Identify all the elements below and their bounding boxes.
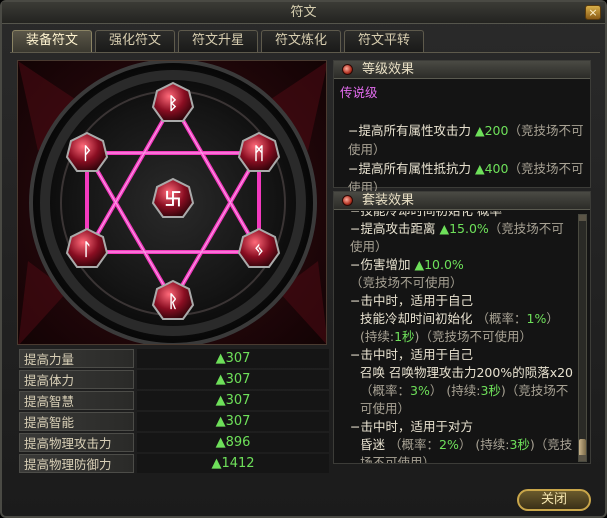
duration-label: (持续: bbox=[475, 437, 510, 452]
stat-value: ▲307 bbox=[137, 370, 329, 389]
tab-equip-rune[interactable]: 装备符文 bbox=[12, 30, 92, 52]
trigger-body: 召唤 召唤物理攻击力200%的陨落x20 bbox=[360, 365, 574, 380]
rune-circle-panel: ᛒ ᚹ ᛗ 卐 ᛚ ᛃ ᚱ bbox=[17, 60, 327, 345]
rune-glyph-lower-right: ᛃ bbox=[254, 240, 264, 260]
stat-label: 提高物理攻击力 bbox=[19, 433, 134, 452]
level-effect-body: 传说级 −提高所有属性攻击力 ▲200（竞技场不可使用） −提高所有属性抵抗力 … bbox=[334, 79, 590, 197]
rune-glyph-upper-right: ᛗ bbox=[254, 144, 264, 164]
trigger-detail: 昏迷 （概率：2%） (持续:3秒)（竞技场不可使用） bbox=[342, 436, 574, 463]
rate-value: 2% bbox=[439, 437, 459, 452]
rate-close: ） bbox=[546, 311, 559, 326]
stat-value: ▲307 bbox=[137, 349, 329, 368]
stat-label: 提高体力 bbox=[19, 370, 134, 389]
tab-rune-star-up[interactable]: 符文升星 bbox=[178, 30, 258, 52]
effect-note: （竞技场不可使用） bbox=[350, 275, 463, 290]
rate-label: （概率： bbox=[476, 311, 527, 326]
stat-value: ▲307 bbox=[137, 391, 329, 410]
stat-value: ▲307 bbox=[137, 412, 329, 431]
effect-line: −提高所有属性攻击力 ▲200（竞技场不可使用） bbox=[340, 121, 586, 159]
bullet-icon bbox=[342, 64, 353, 75]
stat-value: ▲896 bbox=[137, 433, 329, 452]
trigger-head: −击中时，适用于对方 bbox=[350, 419, 473, 434]
stat-label: 提高物理防御力 bbox=[19, 454, 134, 473]
stat-row: 提高智能 ▲307 bbox=[19, 411, 329, 432]
scroll-up-icon[interactable] bbox=[579, 215, 586, 221]
set-effect-body[interactable]: −技能冷却时间初始化 概率 −提高攻击距离 ▲15.0%（竞技场不可使用） −伤… bbox=[338, 211, 576, 463]
rate-label: （概率： bbox=[389, 437, 440, 452]
stat-label: 提高力量 bbox=[19, 349, 134, 368]
rate-close: ） bbox=[458, 437, 472, 452]
rune-glyph-upper-left: ᚹ bbox=[82, 144, 92, 164]
effect-text: −提高所有属性抵抗力 bbox=[348, 161, 475, 176]
close-icon[interactable]: × bbox=[585, 5, 601, 20]
effect-line: −提高攻击距离 ▲15.0%（竞技场不可使用） bbox=[342, 220, 574, 256]
trigger-body: 昏迷 bbox=[360, 437, 386, 452]
tab-rune-transfer[interactable]: 符文平转 bbox=[344, 30, 424, 52]
tab-divider bbox=[10, 52, 600, 53]
trigger-head: −击中时，适用于自己 bbox=[350, 347, 473, 362]
stat-list: 提高力量 ▲307 提高体力 ▲307 提高智慧 ▲307 提高智能 ▲307 … bbox=[19, 348, 329, 474]
duration-value: 3秒 bbox=[509, 437, 530, 452]
rune-glyph-lower-left: ᛚ bbox=[82, 240, 92, 260]
effect-text: −提高所有属性攻击力 bbox=[348, 123, 475, 138]
rate-value: 3% bbox=[410, 383, 430, 398]
duration-value: 1秒 bbox=[394, 329, 415, 344]
rate-value: 1% bbox=[526, 311, 547, 326]
grade-label: 传说级 bbox=[340, 85, 378, 100]
set-effect-panel: 套装效果 −技能冷却时间初始化 概率 −提高攻击距离 ▲15.0%（竞技场不可使… bbox=[333, 191, 591, 464]
rune-circle-graphic: ᛒ ᚹ ᛗ 卐 ᛚ ᛃ ᚱ bbox=[18, 61, 326, 344]
level-effect-header: 等级效果 bbox=[334, 61, 590, 79]
bullet-icon bbox=[342, 195, 353, 206]
trigger-detail: 技能冷却时间初始化 （概率：1%） (持续:1秒)（竞技场不可使用） bbox=[342, 310, 574, 346]
tab-enhance-rune[interactable]: 强化符文 bbox=[95, 30, 175, 52]
title-bar: 符文 × bbox=[2, 2, 605, 24]
rune-glyph-bottom: ᚱ bbox=[168, 292, 178, 312]
duration-label: (持续: bbox=[360, 329, 395, 344]
set-effect-header: 套装效果 bbox=[334, 192, 590, 210]
effect-value: ▲10.0% bbox=[414, 257, 464, 272]
scroll-down-icon[interactable] bbox=[579, 455, 586, 461]
close-button[interactable]: 关闭 bbox=[517, 489, 591, 511]
stat-row: 提高力量 ▲307 bbox=[19, 348, 329, 369]
stat-row: 提高体力 ▲307 bbox=[19, 369, 329, 390]
rune-glyph-top: ᛒ bbox=[168, 94, 178, 114]
stat-row: 提高物理攻击力 ▲896 bbox=[19, 432, 329, 453]
stat-label: 提高智能 bbox=[19, 412, 134, 431]
set-effect-scrollbar[interactable] bbox=[578, 214, 587, 462]
rune-window: 符文 × 装备符文 强化符文 符文升星 符文炼化 符文平转 ᛒ ᚹ ᛗ 卐 ᛚ … bbox=[0, 0, 607, 518]
effect-line: −伤害增加 ▲10.0% （竞技场不可使用） bbox=[342, 256, 574, 292]
window-title: 符文 bbox=[290, 5, 317, 20]
rune-glyph-center: 卐 bbox=[165, 190, 182, 210]
level-effect-title: 等级效果 bbox=[362, 62, 415, 77]
effect-value: ▲200 bbox=[474, 123, 509, 138]
rate-label: （概率： bbox=[360, 383, 411, 398]
effect-value: ▲15.0% bbox=[439, 221, 489, 236]
stat-row: 提高智慧 ▲307 bbox=[19, 390, 329, 411]
stat-row: 提高物理防御力 ▲1412 bbox=[19, 453, 329, 474]
trigger-head: −击中时，适用于自己 bbox=[350, 293, 473, 308]
duration-label: (持续: bbox=[446, 383, 481, 398]
level-effect-panel: 等级效果 传说级 −提高所有属性攻击力 ▲200（竞技场不可使用） −提高所有属… bbox=[333, 60, 591, 195]
stat-value: ▲1412 bbox=[137, 454, 329, 473]
effect-text: −伤害增加 bbox=[350, 257, 415, 272]
effect-text: −提高攻击距离 bbox=[350, 221, 440, 236]
set-effect-title: 套装效果 bbox=[362, 193, 415, 208]
tab-bar: 装备符文 强化符文 符文升星 符文炼化 符文平转 bbox=[12, 30, 424, 52]
tab-rune-refine[interactable]: 符文炼化 bbox=[261, 30, 341, 52]
stat-label: 提高智慧 bbox=[19, 391, 134, 410]
effect-note: （竞技场不可使用） bbox=[419, 329, 532, 344]
duration-value: 3秒 bbox=[480, 383, 501, 398]
trigger-detail: 召唤 召唤物理攻击力200%的陨落x20 （概率：3%） (持续:3秒)（竞技场… bbox=[342, 364, 574, 418]
effect-value: ▲400 bbox=[474, 161, 509, 176]
trigger-body: 技能冷却时间初始化 bbox=[360, 311, 473, 326]
rate-close: ） bbox=[429, 383, 443, 398]
effect-line-cut: −技能冷却时间初始化 概率 bbox=[342, 211, 574, 220]
